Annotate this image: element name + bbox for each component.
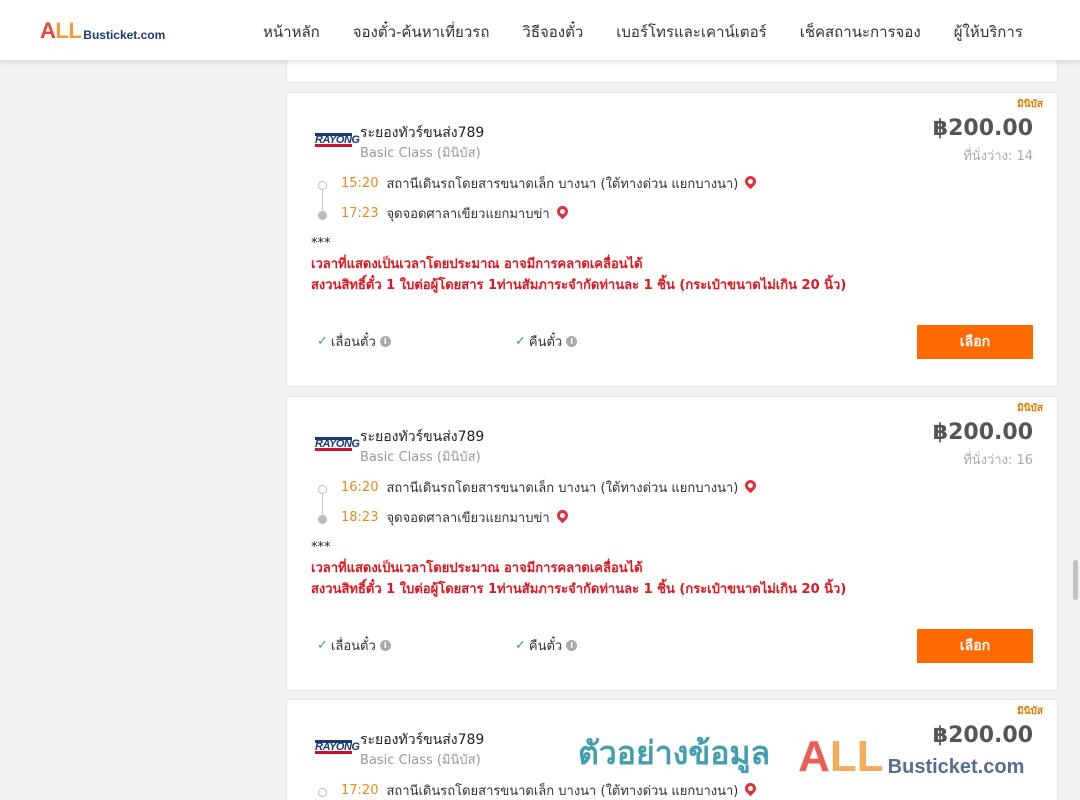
nav-check-booking[interactable]: เช็คสถานะการจอง <box>800 20 921 44</box>
departure-stop: 17:20 สถานีเดินรถโดยสารขนาดเล็ก บางนา (ใ… <box>341 780 759 800</box>
logo-site-text: Busticket.com <box>83 28 166 42</box>
page-scrollbar[interactable] <box>1070 60 1080 800</box>
nav-home[interactable]: หน้าหลัก <box>263 20 320 44</box>
departure-dot <box>318 788 327 797</box>
route-line <box>322 190 323 211</box>
seats-available: ที่นั่งว่าง: 14 <box>963 149 1033 164</box>
departure-time: 15:20 <box>341 176 379 191</box>
trip-price: ฿200.00 <box>932 116 1033 141</box>
departure-place: สถานีเดินรถโดยสารขนาดเล็ก บางนา (ใต้ทางด… <box>386 481 739 496</box>
vehicle-type-badge: มินิบัส <box>1017 706 1043 717</box>
service-class: Basic Class (มินิบัส) <box>360 146 481 161</box>
operator-logo: RAYONG <box>313 738 360 756</box>
logo-ll: LL <box>55 18 82 43</box>
departure-time: 16:20 <box>341 480 379 495</box>
operator-name: ระยองทัวร์ขนส่ง789 <box>360 125 485 141</box>
route-timeline <box>318 485 328 524</box>
trip-card: มินิบัส RAYONG ระยองทัวร์ขนส่ง789 Basic … <box>286 396 1058 691</box>
trip-price: ฿200.00 <box>932 420 1033 445</box>
select-trip-button[interactable]: เลือก <box>917 325 1033 359</box>
watermark: ตัวอย่างข้อมูล ALL Busticket.com <box>578 728 1024 779</box>
check-icon: ✓ <box>515 638 526 653</box>
select-trip-button[interactable]: เลือก <box>917 629 1033 663</box>
scrollbar-thumb[interactable] <box>1073 560 1078 600</box>
feature-label: เลื่อนตั๋ว <box>330 335 376 350</box>
note-time-warning: เวลาที่แสดงเป็นเวลาโดยประมาณ อาจมีการคลา… <box>311 561 643 576</box>
seats-available: ที่นั่งว่าง: 16 <box>963 453 1033 468</box>
trip-card: มินิบัส RAYONG ระยองทัวร์ขนส่ง789 Basic … <box>286 92 1058 387</box>
main-nav: หน้าหลัก จองตั๋ว-ค้นหาเที่ยวรถ วิธีจองตั… <box>263 20 1056 44</box>
site-logo[interactable]: ALL Busticket.com <box>40 18 166 43</box>
nav-operators[interactable]: ผู้ให้บริการ <box>954 20 1023 44</box>
vehicle-type-badge: มินิบัส <box>1017 99 1043 110</box>
info-icon[interactable]: i <box>379 336 391 347</box>
arrival-dot <box>318 211 327 220</box>
feature-label: คืนตั๋ว <box>528 335 563 350</box>
operator-name: ระยองทัวร์ขนส่ง789 <box>360 429 485 445</box>
route-timeline <box>318 181 328 220</box>
map-pin-icon[interactable] <box>743 173 759 190</box>
route-line <box>322 494 323 515</box>
check-icon: ✓ <box>515 334 526 349</box>
route-timeline <box>318 788 328 800</box>
arrival-dot <box>318 515 327 524</box>
site-header: ALL Busticket.com หน้าหลัก จองตั๋ว-ค้นหา… <box>0 0 1080 60</box>
departure-stop: 16:20 สถานีเดินรถโดยสารขนาดเล็ก บางนา (ใ… <box>341 477 759 498</box>
departure-time: 17:20 <box>341 783 379 798</box>
operator-name: ระยองทัวร์ขนส่ง789 <box>360 732 485 748</box>
nav-contact-counters[interactable]: เบอร์โทรและเคาน์เตอร์ <box>616 20 766 44</box>
feature-refund: ✓ คืนตั๋ว i <box>515 331 578 352</box>
arrival-time: 18:23 <box>341 510 379 525</box>
operator-logo: RAYONG <box>313 131 360 149</box>
arrival-stop: 18:23 จุดจอดศาลาเขียวแยกมาบข่า <box>341 507 570 528</box>
departure-dot <box>318 485 327 494</box>
map-pin-icon[interactable] <box>743 477 759 494</box>
feature-refund: ✓ คืนตั๋ว i <box>515 635 578 656</box>
watermark-logo: ALL <box>798 732 884 781</box>
info-icon[interactable]: i <box>379 640 391 651</box>
departure-dot <box>318 181 327 190</box>
feature-label: คืนตั๋ว <box>528 639 563 654</box>
note-time-warning: เวลาที่แสดงเป็นเวลาโดยประมาณ อาจมีการคลา… <box>311 257 643 272</box>
feature-label: เลื่อนตั๋ว <box>330 639 376 654</box>
feature-reschedule: ✓ เลื่อนตั๋ว i <box>317 331 391 352</box>
note-stars: *** <box>311 236 331 251</box>
feature-reschedule: ✓ เลื่อนตั๋ว i <box>317 635 391 656</box>
watermark-text: ตัวอย่างข้อมูล <box>578 734 771 772</box>
map-pin-icon[interactable] <box>554 507 570 524</box>
arrival-time: 17:23 <box>341 206 379 221</box>
service-class: Basic Class (มินิบัส) <box>360 753 481 768</box>
info-icon[interactable]: i <box>566 640 578 651</box>
map-pin-icon[interactable] <box>743 780 759 797</box>
note-stars: *** <box>311 540 331 555</box>
logo-a: A <box>40 18 56 43</box>
note-luggage-policy: สงวนสิทธิ์ตั๋ว 1 ใบต่อผู้โดยสาร 1ท่านสัม… <box>311 582 847 597</box>
operator-logo: RAYONG <box>313 435 360 453</box>
service-class: Basic Class (มินิบัส) <box>360 450 481 465</box>
vehicle-type-badge: มินิบัส <box>1017 403 1043 414</box>
nav-booking[interactable]: จองตั๋ว-ค้นหาเที่ยวรถ <box>353 20 490 44</box>
trip-notes: *** เวลาที่แสดงเป็นเวลาโดยประมาณ อาจมีกา… <box>311 233 846 296</box>
arrival-stop: 17:23 จุดจอดศาลาเขียวแยกมาบข่า <box>341 203 570 224</box>
check-icon: ✓ <box>317 334 328 349</box>
check-icon: ✓ <box>317 638 328 653</box>
departure-place: สถานีเดินรถโดยสารขนาดเล็ก บางนา (ใต้ทางด… <box>386 784 739 799</box>
map-pin-icon[interactable] <box>554 203 570 220</box>
departure-stop: 15:20 สถานีเดินรถโดยสารขนาดเล็ก บางนา (ใ… <box>341 173 759 194</box>
trip-notes: *** เวลาที่แสดงเป็นเวลาโดยประมาณ อาจมีกา… <box>311 537 846 600</box>
arrival-place: จุดจอดศาลาเขียวแยกมาบข่า <box>386 511 550 526</box>
arrival-place: จุดจอดศาลาเขียวแยกมาบข่า <box>386 207 550 222</box>
watermark-site: Busticket.com <box>887 756 1025 778</box>
departure-place: สถานีเดินรถโดยสารขนาดเล็ก บางนา (ใต้ทางด… <box>386 177 739 192</box>
info-icon[interactable]: i <box>566 336 578 347</box>
note-luggage-policy: สงวนสิทธิ์ตั๋ว 1 ใบต่อผู้โดยสาร 1ท่านสัม… <box>311 278 847 293</box>
nav-how-to-book[interactable]: วิธีจองตั๋ว <box>522 20 583 44</box>
